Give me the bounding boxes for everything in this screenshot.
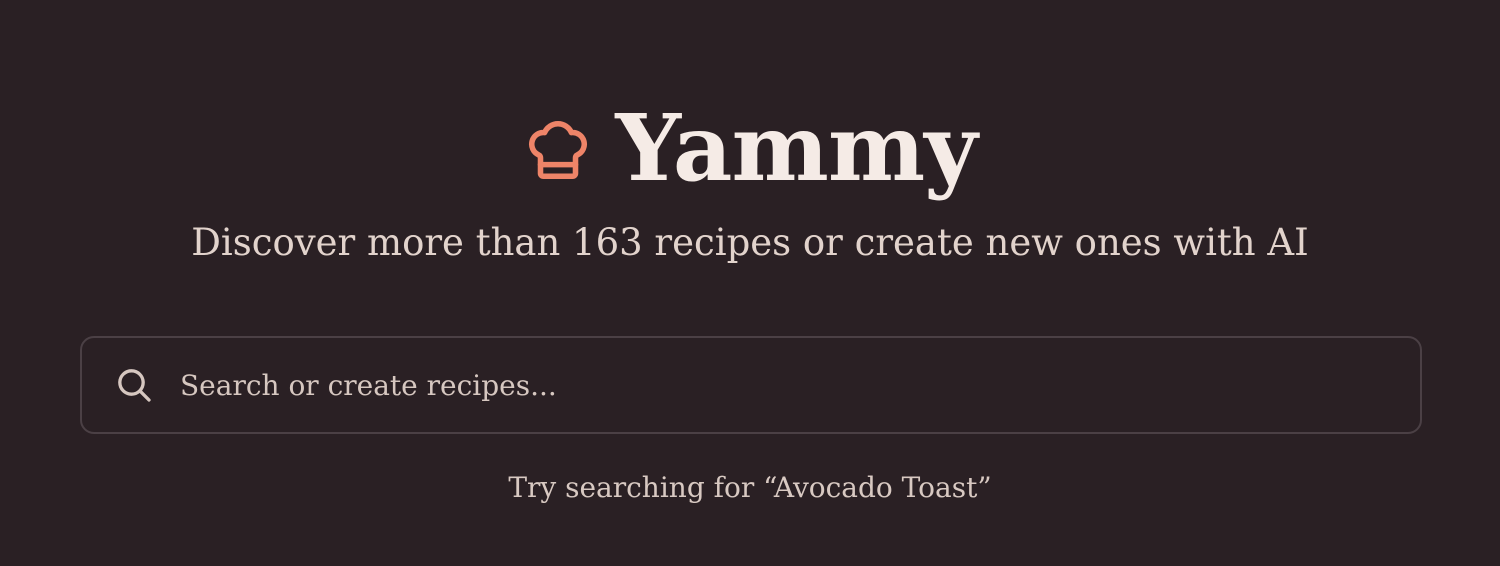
search-icon	[114, 365, 154, 405]
tagline: Discover more than 163 recipes or create…	[191, 221, 1309, 264]
chef-hat-icon	[523, 115, 593, 185]
hero-section: Yammy Discover more than 163 recipes or …	[0, 0, 1500, 566]
brand-header: Yammy	[0, 92, 1500, 204]
brand-name: Yammy	[615, 94, 977, 202]
search-input[interactable]	[178, 354, 1390, 416]
search-hint: Try searching for “Avocado Toast”	[508, 471, 992, 504]
search-bar[interactable]	[80, 336, 1422, 434]
